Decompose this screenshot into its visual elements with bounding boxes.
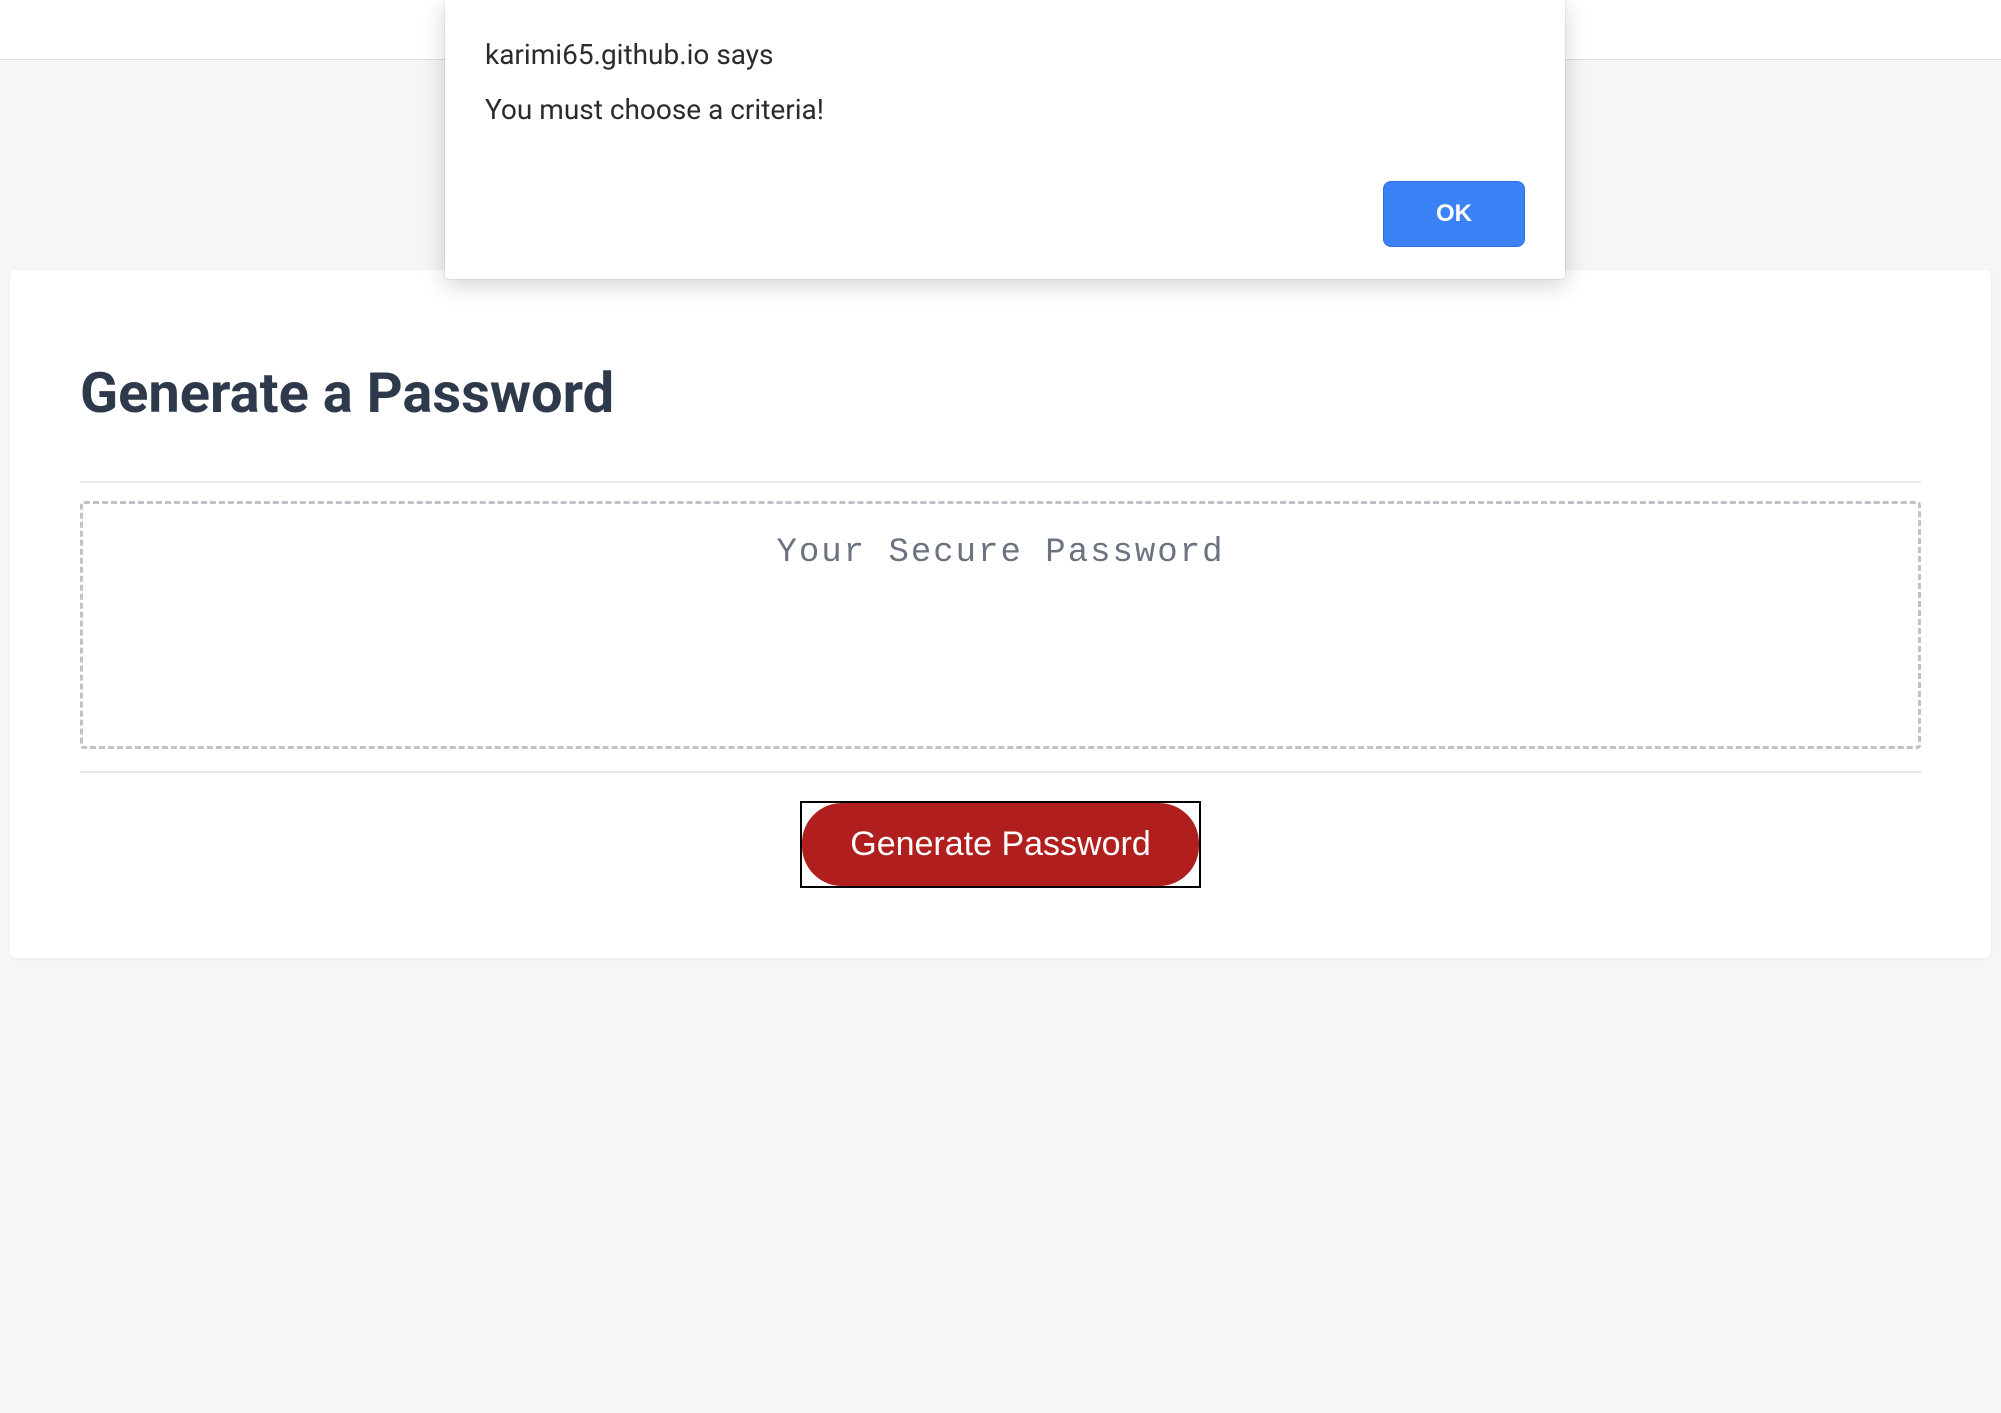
generate-button-focus-ring: Generate Password [800,801,1201,888]
password-output[interactable] [80,501,1921,749]
alert-ok-button[interactable]: OK [1383,181,1525,247]
button-row: Generate Password [80,801,1921,888]
alert-dialog: karimi65.github.io says You must choose … [445,0,1565,279]
divider-top [80,481,1921,483]
alert-actions: OK [485,181,1525,247]
password-card: Generate a Password Generate Password [10,270,1991,958]
card-title: Generate a Password [80,360,1921,426]
alert-origin: karimi65.github.io says [485,38,1525,71]
generate-password-button[interactable]: Generate Password [802,803,1199,886]
alert-message: You must choose a criteria! [485,93,1525,126]
divider-bottom [80,771,1921,773]
